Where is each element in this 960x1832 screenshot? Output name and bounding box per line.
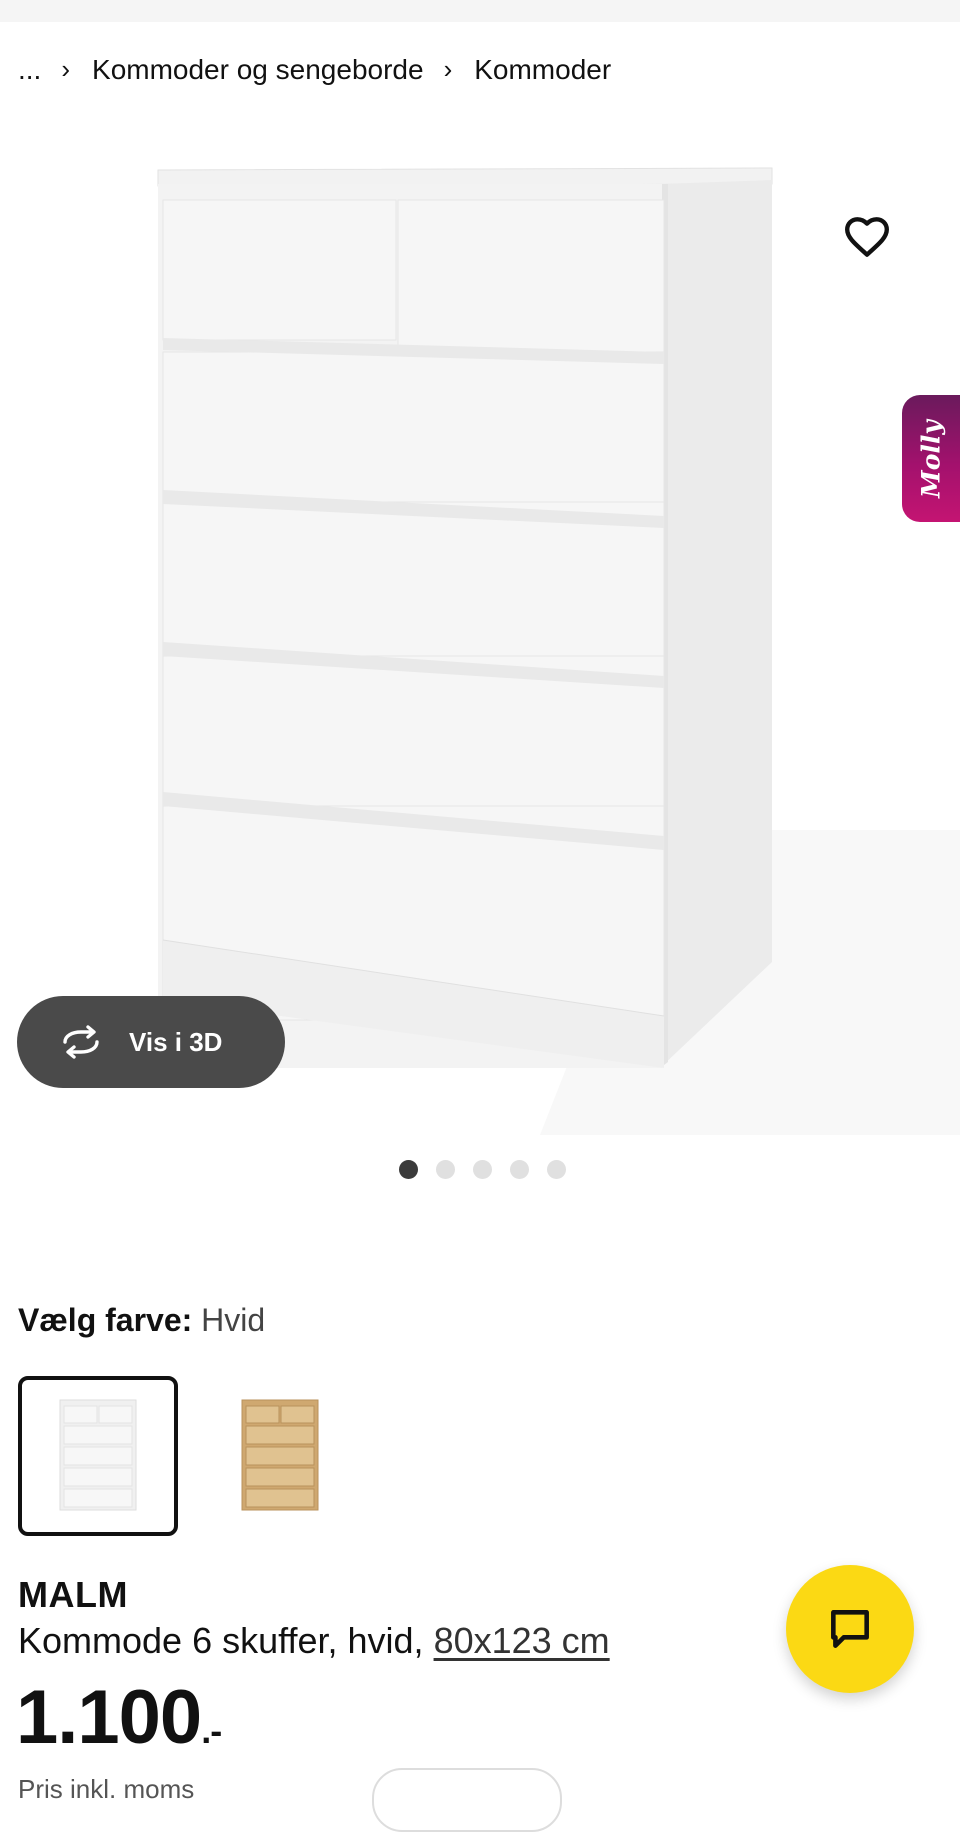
- breadcrumb-ellipsis[interactable]: ...: [18, 54, 41, 86]
- chat-bubble-icon: [831, 1610, 869, 1648]
- gallery-pagination: [0, 1160, 960, 1179]
- price-suffix: .-: [201, 1710, 222, 1751]
- price-note: Pris inkl. moms: [18, 1774, 195, 1804]
- price-value: 1.100: [16, 1675, 202, 1760]
- chat-button[interactable]: [786, 1565, 914, 1693]
- gallery-dot[interactable]: [547, 1160, 566, 1179]
- white-dresser-thumbnail: [59, 1399, 137, 1511]
- color-swatch-oak[interactable]: [200, 1376, 360, 1536]
- product-image-gallery[interactable]: Molly Vis i 3D: [0, 120, 960, 1140]
- oak-dresser-thumbnail: [241, 1399, 319, 1511]
- product-description-text: Kommode 6 skuffer, hvid,: [18, 1620, 424, 1661]
- color-swatch-white[interactable]: [18, 1376, 178, 1536]
- drawer: [162, 199, 397, 341]
- molly-label: Molly: [916, 419, 946, 498]
- molly-assistant-tab[interactable]: Molly: [902, 395, 960, 522]
- gallery-dot[interactable]: [399, 1160, 418, 1179]
- gallery-dot[interactable]: [510, 1160, 529, 1179]
- view-in-3d-label: Vis i 3D: [129, 1026, 223, 1057]
- product-image: [157, 167, 960, 1135]
- color-selector-label: Vælg farve: Hvid: [18, 1302, 265, 1339]
- chevron-right-icon: ›: [61, 53, 71, 84]
- product-name: MALM: [18, 1574, 128, 1615]
- view-in-3d-button[interactable]: Vis i 3D: [17, 996, 285, 1088]
- gallery-dot[interactable]: [436, 1160, 455, 1179]
- chevron-right-icon: ›: [443, 53, 453, 84]
- heart-outline-icon[interactable]: [842, 212, 892, 262]
- product-size-link[interactable]: 80x123 cm: [434, 1620, 610, 1661]
- drawer: [397, 199, 665, 353]
- breadcrumb-item-kommoder[interactable]: Kommoder: [474, 54, 611, 86]
- top-bar: [0, 0, 960, 22]
- gallery-dot[interactable]: [473, 1160, 492, 1179]
- rotate-3d-icon: [57, 1022, 105, 1062]
- product-description: Kommode 6 skuffer, hvid, 80x123 cm: [18, 1620, 610, 1662]
- product-price: 1.100.-: [16, 1680, 222, 1756]
- breadcrumb-item-kommoder-og-sengeborde[interactable]: Kommoder og sengeborde: [92, 54, 424, 86]
- color-value: Hvid: [201, 1302, 266, 1338]
- color-label: Vælg farve:: [18, 1302, 193, 1338]
- partial-button-below[interactable]: [372, 1768, 562, 1832]
- breadcrumb: ... › Kommoder og sengeborde › Kommoder: [18, 50, 611, 90]
